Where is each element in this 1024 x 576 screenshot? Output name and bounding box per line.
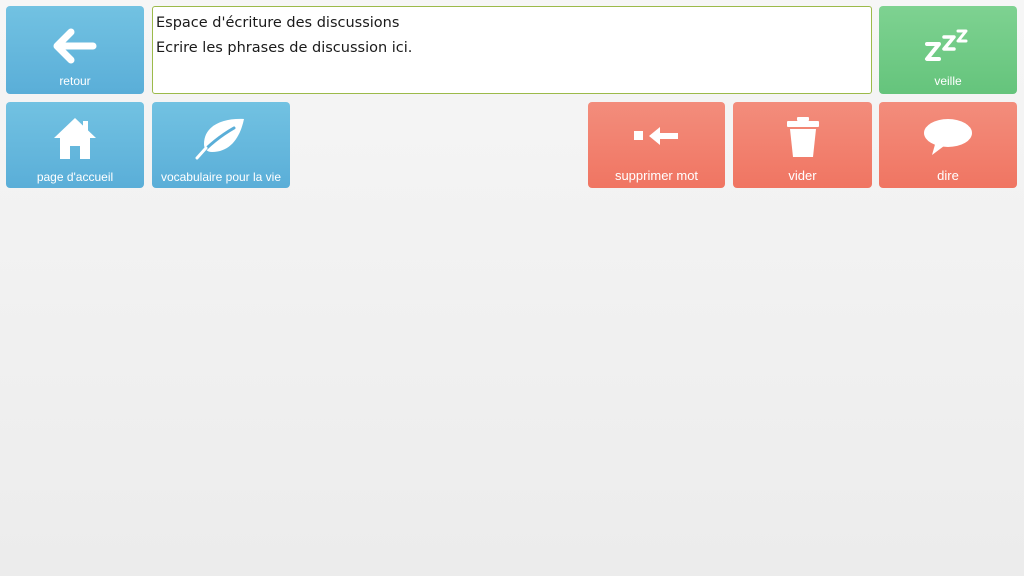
vocabulary-button[interactable]: vocabulaire pour la vie — [152, 102, 290, 188]
say-button-label: dire — [937, 168, 959, 183]
vocabulary-button-label: vocabulaire pour la vie — [160, 170, 282, 184]
home-button[interactable]: page d'accueil — [6, 102, 144, 188]
speech-bubble-icon — [879, 114, 1017, 160]
delete-word-button[interactable]: supprimer mot — [588, 102, 725, 188]
house-icon — [6, 114, 144, 162]
clear-button[interactable]: vider — [733, 102, 872, 188]
message-line: Ecrire les phrases de discussion ici. — [156, 40, 413, 56]
backspace-icon — [588, 116, 725, 156]
home-button-label: page d'accueil — [36, 170, 114, 184]
back-button-label: retour — [59, 74, 91, 88]
zzz-icon — [879, 24, 1017, 68]
trash-icon — [733, 114, 872, 160]
arrow-left-icon — [6, 24, 144, 68]
sleep-button-label: veille — [934, 74, 962, 88]
back-button[interactable]: retour — [6, 6, 144, 94]
message-line: Espace d'écriture des discussions — [156, 15, 400, 31]
clear-button-label: vider — [788, 168, 817, 183]
leaf-icon — [152, 114, 290, 162]
message-text-area[interactable]: Espace d'écriture des discussions Ecrire… — [152, 6, 872, 94]
say-button[interactable]: dire — [879, 102, 1017, 188]
sleep-button[interactable]: veille — [879, 6, 1017, 94]
delete-word-button-label: supprimer mot — [614, 168, 699, 183]
